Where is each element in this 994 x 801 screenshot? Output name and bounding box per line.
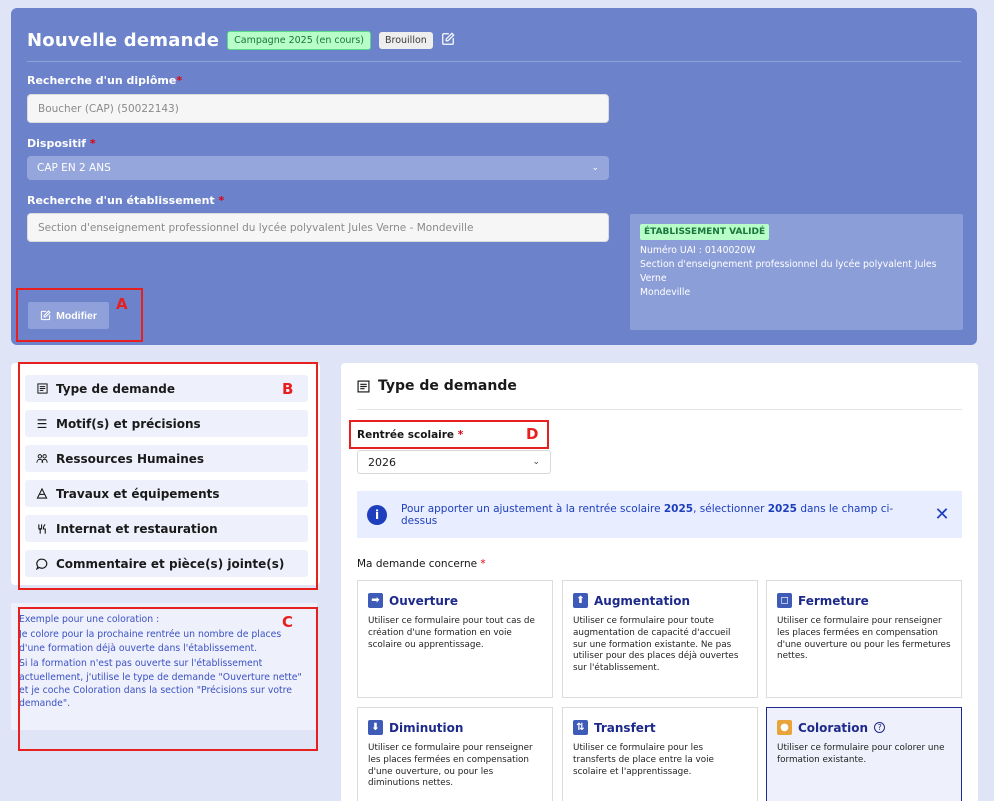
card-diminution[interactable]: ⬇ Diminution Utiliser ce formulaire pour… bbox=[357, 707, 553, 801]
annotation-letter-b: B bbox=[282, 380, 294, 398]
diplome-label: Recherche d'un diplôme* bbox=[27, 74, 183, 87]
annotation-box-c bbox=[18, 607, 318, 751]
etablissement-validated-box: ÉTABLISSEMENT VALIDÉ Numéro UAI : 014002… bbox=[630, 214, 963, 330]
arrow-right-icon: ➡ bbox=[368, 593, 383, 608]
annotation-box-b bbox=[18, 362, 318, 590]
dispositif-label: Dispositif * bbox=[27, 137, 96, 150]
etablissement-label: Recherche d'un établissement * bbox=[27, 194, 225, 207]
arrow-up-icon: ⬆ bbox=[573, 593, 588, 608]
swap-icon: ⇅ bbox=[573, 720, 588, 735]
etablissement-name: Section d'enseignement professionnel du … bbox=[640, 259, 937, 284]
dispositif-value: CAP EN 2 ANS bbox=[37, 162, 111, 174]
annotation-letter-c: C bbox=[282, 613, 294, 631]
header-divider bbox=[27, 61, 961, 62]
info-icon: i bbox=[367, 504, 387, 525]
etablissement-city: Mondeville bbox=[640, 287, 691, 298]
annotation-letter-a: A bbox=[116, 295, 128, 313]
card-augmentation[interactable]: ⬆ Augmentation Utiliser ce formulaire po… bbox=[562, 580, 758, 698]
chevron-down-icon: ⌄ bbox=[532, 457, 540, 467]
card-coloration[interactable]: ● Coloration ? Utiliser ce formulaire po… bbox=[766, 707, 962, 801]
chevron-down-icon: ⌄ bbox=[591, 163, 599, 173]
edit-icon[interactable] bbox=[441, 32, 457, 48]
validated-badge: ÉTABLISSEMENT VALIDÉ bbox=[640, 224, 770, 240]
card-fermeture[interactable]: ◻ Fermeture Utiliser ce formulaire pour … bbox=[766, 580, 962, 698]
rentree-value: 2026 bbox=[368, 455, 396, 469]
card-transfert[interactable]: ⇅ Transfert Utiliser ce formulaire pour … bbox=[562, 707, 758, 801]
close-icon[interactable]: ✕ bbox=[932, 504, 952, 525]
panel-divider bbox=[357, 409, 962, 410]
status-badge: Brouillon bbox=[379, 31, 433, 49]
help-icon[interactable]: ? bbox=[874, 722, 886, 733]
diplome-input[interactable]: Boucher (CAP) (50022143) bbox=[27, 94, 609, 123]
info-text: Pour apporter un ajustement à la rentrée… bbox=[401, 502, 894, 527]
info-alert: i Pour apporter un ajustement à la rentr… bbox=[357, 491, 962, 538]
campaign-badge: Campagne 2025 (en cours) bbox=[227, 30, 371, 50]
annotation-letter-d: D bbox=[526, 425, 539, 443]
demande-header: Nouvelle demande Campagne 2025 (en cours… bbox=[11, 8, 977, 345]
rentree-select[interactable]: 2026 ⌄ bbox=[357, 450, 551, 474]
dispositif-select[interactable]: CAP EN 2 ANS ⌄ bbox=[27, 156, 609, 180]
arrow-down-icon: ⬇ bbox=[368, 720, 383, 735]
annotation-box-d bbox=[349, 420, 549, 449]
page-title: Nouvelle demande bbox=[27, 29, 220, 51]
palette-icon: ● bbox=[777, 720, 792, 735]
card-ouverture[interactable]: ➡ Ouverture Utiliser ce formulaire pour … bbox=[357, 580, 553, 698]
concern-label: Ma demande concerne * bbox=[357, 558, 486, 570]
title-row: Nouvelle demande Campagne 2025 (en cours… bbox=[27, 28, 457, 52]
square-icon: ◻ bbox=[777, 593, 792, 608]
panel-title: Type de demande bbox=[357, 378, 517, 394]
uai-text: Numéro UAI : 0140020W bbox=[640, 245, 756, 256]
list-icon bbox=[357, 379, 370, 393]
etablissement-input[interactable]: Section d'enseignement professionnel du … bbox=[27, 213, 609, 242]
